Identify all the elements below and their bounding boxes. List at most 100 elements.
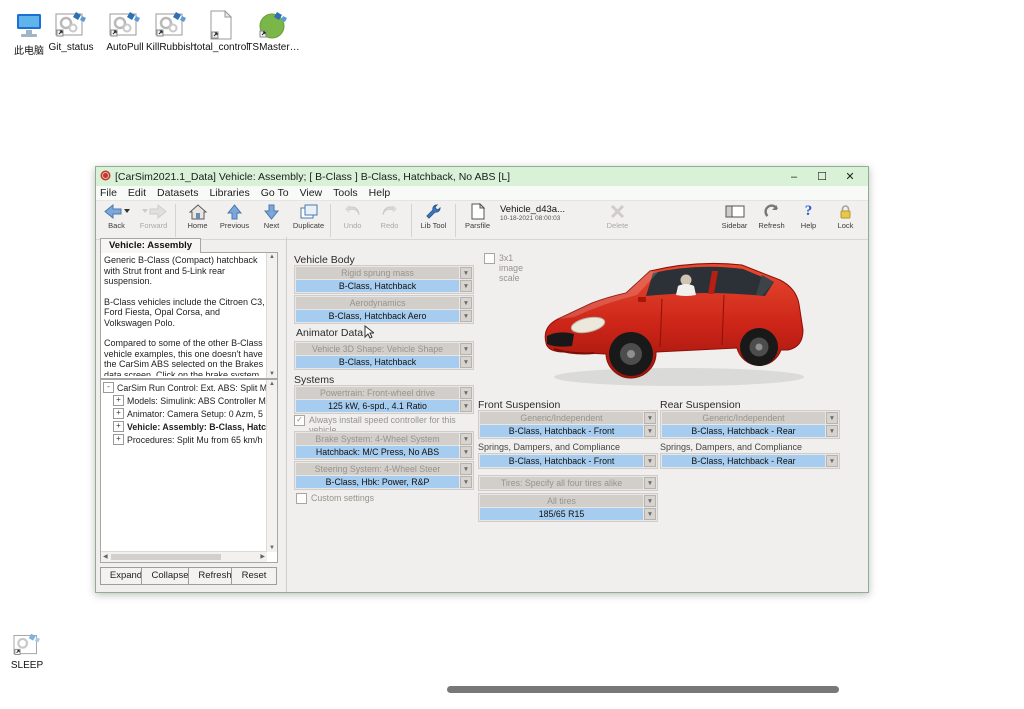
dropdown-arrow-icon[interactable]: ▼: [826, 412, 838, 424]
minimize-button[interactable]: –: [780, 171, 808, 183]
dropdown-arrow-icon[interactable]: ▼: [644, 477, 656, 489]
field-value[interactable]: B-Class, Hatchback - Front: [480, 425, 643, 437]
tree-item-animator[interactable]: + Animator: Camera Setup: 0 Azm, 5 El, 2…: [113, 408, 277, 419]
field-category: All tires: [480, 495, 643, 507]
dropdown-arrow-icon[interactable]: ▼: [826, 455, 838, 467]
dropdown-arrow-icon[interactable]: ▼: [826, 425, 838, 437]
dropdown-arrow-icon[interactable]: ▼: [460, 267, 472, 279]
tree-hscrollbar[interactable]: ◀▶: [101, 551, 267, 562]
collapse-expander-icon[interactable]: -: [103, 382, 114, 393]
tree-item-procedures[interactable]: + Procedures: Split Mu from 65 km/h: [113, 434, 277, 445]
dataset-info: Vehicle_d43a... 10-18-2021 08:00:03: [496, 202, 569, 239]
dropdown-arrow-icon[interactable]: ▼: [644, 495, 656, 507]
sidebar-button[interactable]: Sidebar: [716, 202, 753, 239]
desktop-icon-sleep[interactable]: SLEEP: [0, 626, 54, 671]
delete-button: Delete: [599, 202, 636, 239]
desktop-icon-tsmaster[interactable]: TSMaster…: [246, 8, 300, 53]
close-button[interactable]: ✕: [836, 170, 864, 183]
scroll-down-icon[interactable]: ▼: [267, 371, 277, 377]
parsfile-button[interactable]: Parsfile: [459, 202, 496, 239]
tree-item-run-control[interactable]: - CarSim Run Control: Ext. ABS: Split Mu…: [103, 382, 277, 393]
expand-expander-icon[interactable]: +: [113, 434, 124, 445]
scroll-up-icon[interactable]: ▲: [267, 254, 277, 260]
desktop-icon-total-control[interactable]: total_control: [194, 8, 248, 53]
dropdown-arrow-icon[interactable]: ▼: [460, 446, 472, 458]
checkbox-unchecked-icon[interactable]: [484, 253, 495, 264]
checkbox-unchecked-icon[interactable]: [296, 493, 307, 504]
field-value[interactable]: B-Class, Hatchback Aero: [296, 310, 459, 322]
scroll-down-icon[interactable]: ▼: [267, 545, 277, 551]
field-value[interactable]: B-Class, Hatchback - Rear: [662, 455, 825, 467]
animator-data-heading: Animator Data: [296, 327, 363, 339]
carsim-window: [CarSim2021.1_Data] Vehicle: Assembly; […: [95, 166, 869, 593]
custom-settings-checkbox-row[interactable]: Custom settings: [296, 493, 374, 504]
bottom-scrollbar-thumb[interactable]: [447, 686, 839, 693]
image-scale-checkbox-row[interactable]: 3x1 image scale: [484, 253, 536, 283]
menu-goto[interactable]: Go To: [261, 187, 289, 199]
expand-expander-icon[interactable]: +: [113, 408, 124, 419]
menu-file[interactable]: File: [100, 187, 117, 199]
dropdown-arrow-icon[interactable]: ▼: [644, 412, 656, 424]
description-text: Generic B-Class (Compact) hatchback with…: [104, 255, 265, 376]
field-value[interactable]: B-Class, Hbk: Power, R&P: [296, 476, 459, 488]
scrollbar-thumb[interactable]: [111, 554, 221, 560]
dropdown-arrow-icon[interactable]: ▼: [460, 463, 472, 475]
dropdown-arrow-icon[interactable]: ▼: [460, 343, 472, 355]
home-button[interactable]: Home: [179, 202, 216, 239]
dropdown-arrow-icon[interactable]: ▼: [460, 476, 472, 488]
checkbox-checked-icon[interactable]: ✓: [294, 415, 305, 426]
rigid-sprung-mass-field: Rigid sprung mass▼ B-Class, Hatchback▼: [294, 265, 474, 294]
dropdown-arrow-icon[interactable]: ▼: [460, 280, 472, 292]
menu-libraries[interactable]: Libraries: [209, 187, 249, 199]
dropdown-arrow-icon[interactable]: ▼: [460, 310, 472, 322]
desktop-icon-git-status[interactable]: Git_status: [44, 8, 98, 53]
brake-system-field: Brake System: 4-Wheel System▼ Hatchback:…: [294, 431, 474, 460]
title-bar[interactable]: [CarSim2021.1_Data] Vehicle: Assembly; […: [96, 167, 868, 186]
forward-icon: [141, 202, 167, 221]
expand-expander-icon[interactable]: +: [113, 421, 124, 432]
tab-vehicle-assembly[interactable]: Vehicle: Assembly: [100, 238, 201, 253]
menu-help[interactable]: Help: [369, 187, 391, 199]
help-button[interactable]: ? Help: [790, 202, 827, 239]
maximize-button[interactable]: ☐: [808, 170, 836, 183]
dropdown-arrow-icon[interactable]: ▼: [460, 297, 472, 309]
reset-button[interactable]: Reset: [231, 567, 277, 585]
script-shortcut-icon: [0, 626, 54, 658]
description-scrollbar[interactable]: ▲▼: [266, 253, 277, 378]
dropdown-arrow-icon[interactable]: ▼: [460, 400, 472, 412]
tree-item-models[interactable]: + Models: Simulink: ABS Controller Multi…: [113, 395, 277, 406]
field-value[interactable]: Hatchback: M/C Press, No ABS: [296, 446, 459, 458]
menu-datasets[interactable]: Datasets: [157, 187, 198, 199]
duplicate-button[interactable]: Duplicate: [290, 202, 327, 239]
field-value[interactable]: B-Class, Hatchback - Front: [480, 455, 643, 467]
field-value[interactable]: B-Class, Hatchback: [296, 280, 459, 292]
dropdown-arrow-icon[interactable]: ▼: [460, 433, 472, 445]
lock-button[interactable]: Lock: [827, 202, 864, 239]
tree-item-vehicle[interactable]: + Vehicle: Assembly: B-Class, Hatchback,…: [113, 421, 277, 432]
field-value[interactable]: 185/65 R15: [480, 508, 643, 520]
scroll-up-icon[interactable]: ▲: [267, 381, 277, 387]
refresh-button[interactable]: Refresh: [753, 202, 790, 239]
field-value[interactable]: B-Class, Hatchback - Rear: [662, 425, 825, 437]
dropdown-arrow-icon[interactable]: ▼: [644, 425, 656, 437]
desktop-icon-killrubbish[interactable]: KillRubbish: [144, 8, 198, 53]
description-paragraph: Generic B-Class (Compact) hatchback with…: [104, 255, 265, 287]
next-button[interactable]: Next: [253, 202, 290, 239]
menu-view[interactable]: View: [300, 187, 323, 199]
previous-button[interactable]: Previous: [216, 202, 253, 239]
menu-edit[interactable]: Edit: [128, 187, 146, 199]
lib-tool-button[interactable]: Lib Tool: [415, 202, 452, 239]
field-value[interactable]: 125 kW, 6-spd., 4.1 Ratio: [296, 400, 459, 412]
expand-expander-icon[interactable]: +: [113, 395, 124, 406]
dropdown-arrow-icon[interactable]: ▼: [644, 508, 656, 520]
tree-vscrollbar[interactable]: ▲▼: [266, 380, 277, 552]
dropdown-arrow-icon[interactable]: ▼: [644, 455, 656, 467]
scroll-right-icon[interactable]: ▶: [260, 553, 265, 560]
scroll-left-icon[interactable]: ◀: [103, 553, 108, 560]
rear-springs-heading: Springs, Dampers, and Compliance: [660, 442, 802, 452]
dropdown-arrow-icon[interactable]: ▼: [460, 387, 472, 399]
field-value[interactable]: B-Class, Hatchback: [296, 356, 459, 368]
dropdown-arrow-icon[interactable]: ▼: [460, 356, 472, 368]
back-button[interactable]: Back: [98, 202, 135, 239]
menu-tools[interactable]: Tools: [333, 187, 358, 199]
